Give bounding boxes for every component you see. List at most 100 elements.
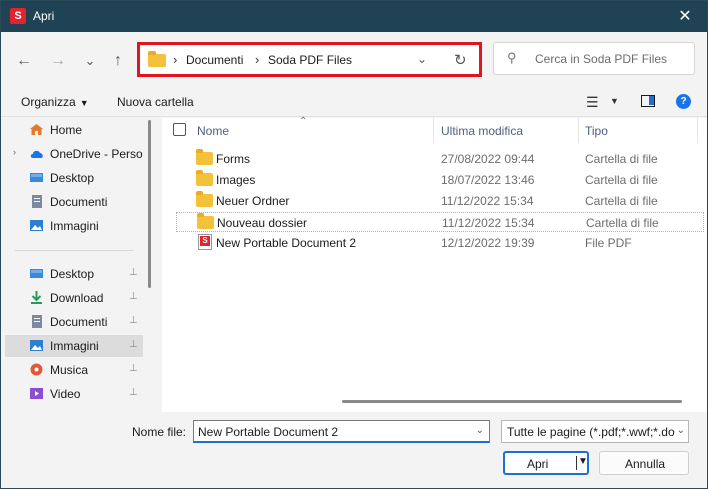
file-list: ⌃ Nome Ultima modifica Tipo Forms 27/08/… <box>162 116 707 412</box>
pin-icon: ⊥ <box>129 315 138 326</box>
file-type: Cartella di file <box>585 152 658 166</box>
pin-icon: ⊥ <box>129 339 138 350</box>
sidebar-item-documenti-pinned[interactable]: Documenti ⊥ <box>5 311 143 333</box>
search-box[interactable]: ⚲ Cerca in Soda PDF Files <box>493 42 695 75</box>
sidebar-item-label: Documenti <box>50 195 108 209</box>
select-all-checkbox[interactable] <box>173 123 186 136</box>
column-divider[interactable] <box>697 118 698 143</box>
sidebar-item-home[interactable]: Home <box>5 119 143 141</box>
dialog-footer: Nome file: New Portable Document 2 ⌄ Tut… <box>1 412 707 488</box>
file-date: 18/07/2022 13:46 <box>441 173 535 187</box>
sidebar-divider <box>15 250 133 251</box>
sidebar-item-desktop-pinned[interactable]: Desktop ⊥ <box>5 263 143 285</box>
horizontal-scrollbar[interactable] <box>342 400 682 403</box>
new-folder-button[interactable]: Nuova cartella <box>117 95 194 109</box>
sidebar-item-desktop[interactable]: Desktop <box>5 167 143 189</box>
file-name: New Portable Document 2 <box>216 236 357 250</box>
recent-locations-chevron-icon[interactable]: ⌄ <box>79 50 101 72</box>
column-header-name[interactable]: Nome <box>197 124 229 138</box>
sidebar-item-label: Download <box>50 291 104 305</box>
breadcrumb-soda-pdf-files[interactable]: Soda PDF Files <box>268 53 352 67</box>
sidebar-item-label: Immagini <box>50 339 99 353</box>
file-type: File PDF <box>585 236 632 250</box>
open-dialog: S Apri ✕ ← → ⌄ ↑ › Documenti › Soda PDF … <box>0 0 708 489</box>
cancel-button[interactable]: Annulla <box>599 451 689 475</box>
sidebar-item-download[interactable]: Download ⊥ <box>5 287 143 309</box>
image-icon <box>29 339 44 352</box>
navigation-pane: Home › OneDrive - Perso Desktop Document… <box>1 118 161 412</box>
file-row-nouveau-dossier[interactable]: Nouveau dossier 11/12/2022 15:34 Cartell… <box>176 212 704 232</box>
filename-value: New Portable Document 2 <box>198 425 339 439</box>
sidebar-item-label: OneDrive - Perso <box>50 147 143 161</box>
sidebar-item-video[interactable]: Video ⊥ <box>5 383 143 405</box>
organize-menu-button[interactable]: Organizza ▼ <box>21 95 89 109</box>
music-icon <box>29 363 44 376</box>
file-date: 12/12/2022 19:39 <box>441 236 535 250</box>
column-header-modified[interactable]: Ultima modifica <box>441 124 523 138</box>
preview-pane-icon[interactable] <box>641 95 655 107</box>
forward-arrow-icon[interactable]: → <box>47 50 69 72</box>
cloud-icon <box>29 147 44 160</box>
pin-icon: ⊥ <box>129 387 138 398</box>
column-divider[interactable] <box>578 118 579 143</box>
address-dropdown-chevron-icon[interactable]: ⌄ <box>417 52 427 66</box>
file-date: 11/12/2022 15:34 <box>441 194 534 208</box>
breadcrumb-documenti[interactable]: Documenti <box>186 53 243 67</box>
chevron-down-icon[interactable]: ⌄ <box>476 425 484 436</box>
filename-input[interactable]: New Portable Document 2 ⌄ <box>193 420 490 443</box>
search-icon: ⚲ <box>507 50 517 65</box>
image-icon <box>29 219 44 232</box>
sidebar-item-documenti[interactable]: Documenti <box>5 191 143 213</box>
file-date: 11/12/2022 15:34 <box>442 216 535 230</box>
file-row-neuer-ordner[interactable]: Neuer Ordner 11/12/2022 15:34 Cartella d… <box>176 191 704 211</box>
pin-icon: ⊥ <box>129 291 138 302</box>
column-divider[interactable] <box>433 118 434 143</box>
open-button-label: Apri <box>527 457 549 471</box>
chevron-down-icon[interactable]: ⌄ <box>674 425 685 436</box>
sidebar-item-onedrive[interactable]: › OneDrive - Perso <box>5 143 143 165</box>
file-row-forms[interactable]: Forms 27/08/2022 09:44 Cartella di file <box>176 149 704 169</box>
soda-pdf-app-icon: S <box>10 8 26 24</box>
search-placeholder: Cerca in Soda PDF Files <box>535 52 668 66</box>
document-icon <box>29 195 44 208</box>
file-type-filter-select[interactable]: Tutte le pagine (*.pdf;*.wwf;*.do ⌄ <box>501 420 689 443</box>
file-type: Cartella di file <box>586 216 659 230</box>
sidebar-item-label: Video <box>50 387 81 401</box>
file-row-images[interactable]: Images 18/07/2022 13:46 Cartella di file <box>176 170 704 190</box>
file-name: Images <box>216 173 256 187</box>
sidebar-item-label: Home <box>50 123 83 137</box>
caret-down-icon: ▼ <box>79 98 89 108</box>
column-header-type[interactable]: Tipo <box>585 124 608 138</box>
view-options-icon[interactable]: ☰ <box>586 94 599 111</box>
refresh-icon[interactable]: ↻ <box>454 51 467 69</box>
up-arrow-icon[interactable]: ↑ <box>107 50 129 72</box>
address-bar[interactable]: › Documenti › Soda PDF Files ⌄ ↻ <box>137 42 482 77</box>
back-arrow-icon[interactable]: ← <box>13 50 35 72</box>
view-options-caret-icon[interactable]: ▼ <box>610 96 619 106</box>
close-button[interactable]: ✕ <box>663 1 707 32</box>
sidebar-item-label: Documenti <box>50 315 108 329</box>
column-header-row: ⌃ Nome Ultima modifica Tipo <box>162 116 707 143</box>
file-type: Cartella di file <box>585 194 658 208</box>
desktop-icon <box>29 267 44 280</box>
sidebar-item-label: Desktop <box>50 267 95 281</box>
pin-icon: ⊥ <box>129 363 138 374</box>
document-icon <box>29 315 44 328</box>
download-icon <box>29 291 44 304</box>
open-options-caret-icon[interactable]: ▼ <box>578 456 588 467</box>
file-type: Cartella di file <box>585 173 658 187</box>
file-name: Forms <box>216 152 250 166</box>
open-button[interactable]: Apri ▼ <box>503 451 589 475</box>
video-icon <box>29 387 44 400</box>
folder-icon <box>148 51 166 67</box>
folder-icon <box>196 149 213 165</box>
sidebar-item-immagini-pinned[interactable]: Immagini ⊥ <box>5 335 143 357</box>
expand-chevron-icon[interactable]: › <box>13 147 16 157</box>
sidebar-item-musica[interactable]: Musica ⊥ <box>5 359 143 381</box>
help-icon[interactable]: ? <box>676 94 691 109</box>
filename-label: Nome file: <box>132 425 187 439</box>
file-row-new-portable-document-2[interactable]: New Portable Document 2 12/12/2022 19:39… <box>176 233 704 253</box>
pin-icon: ⊥ <box>129 267 138 278</box>
sidebar-scrollbar[interactable] <box>148 120 151 288</box>
sidebar-item-immagini[interactable]: Immagini <box>5 215 143 237</box>
